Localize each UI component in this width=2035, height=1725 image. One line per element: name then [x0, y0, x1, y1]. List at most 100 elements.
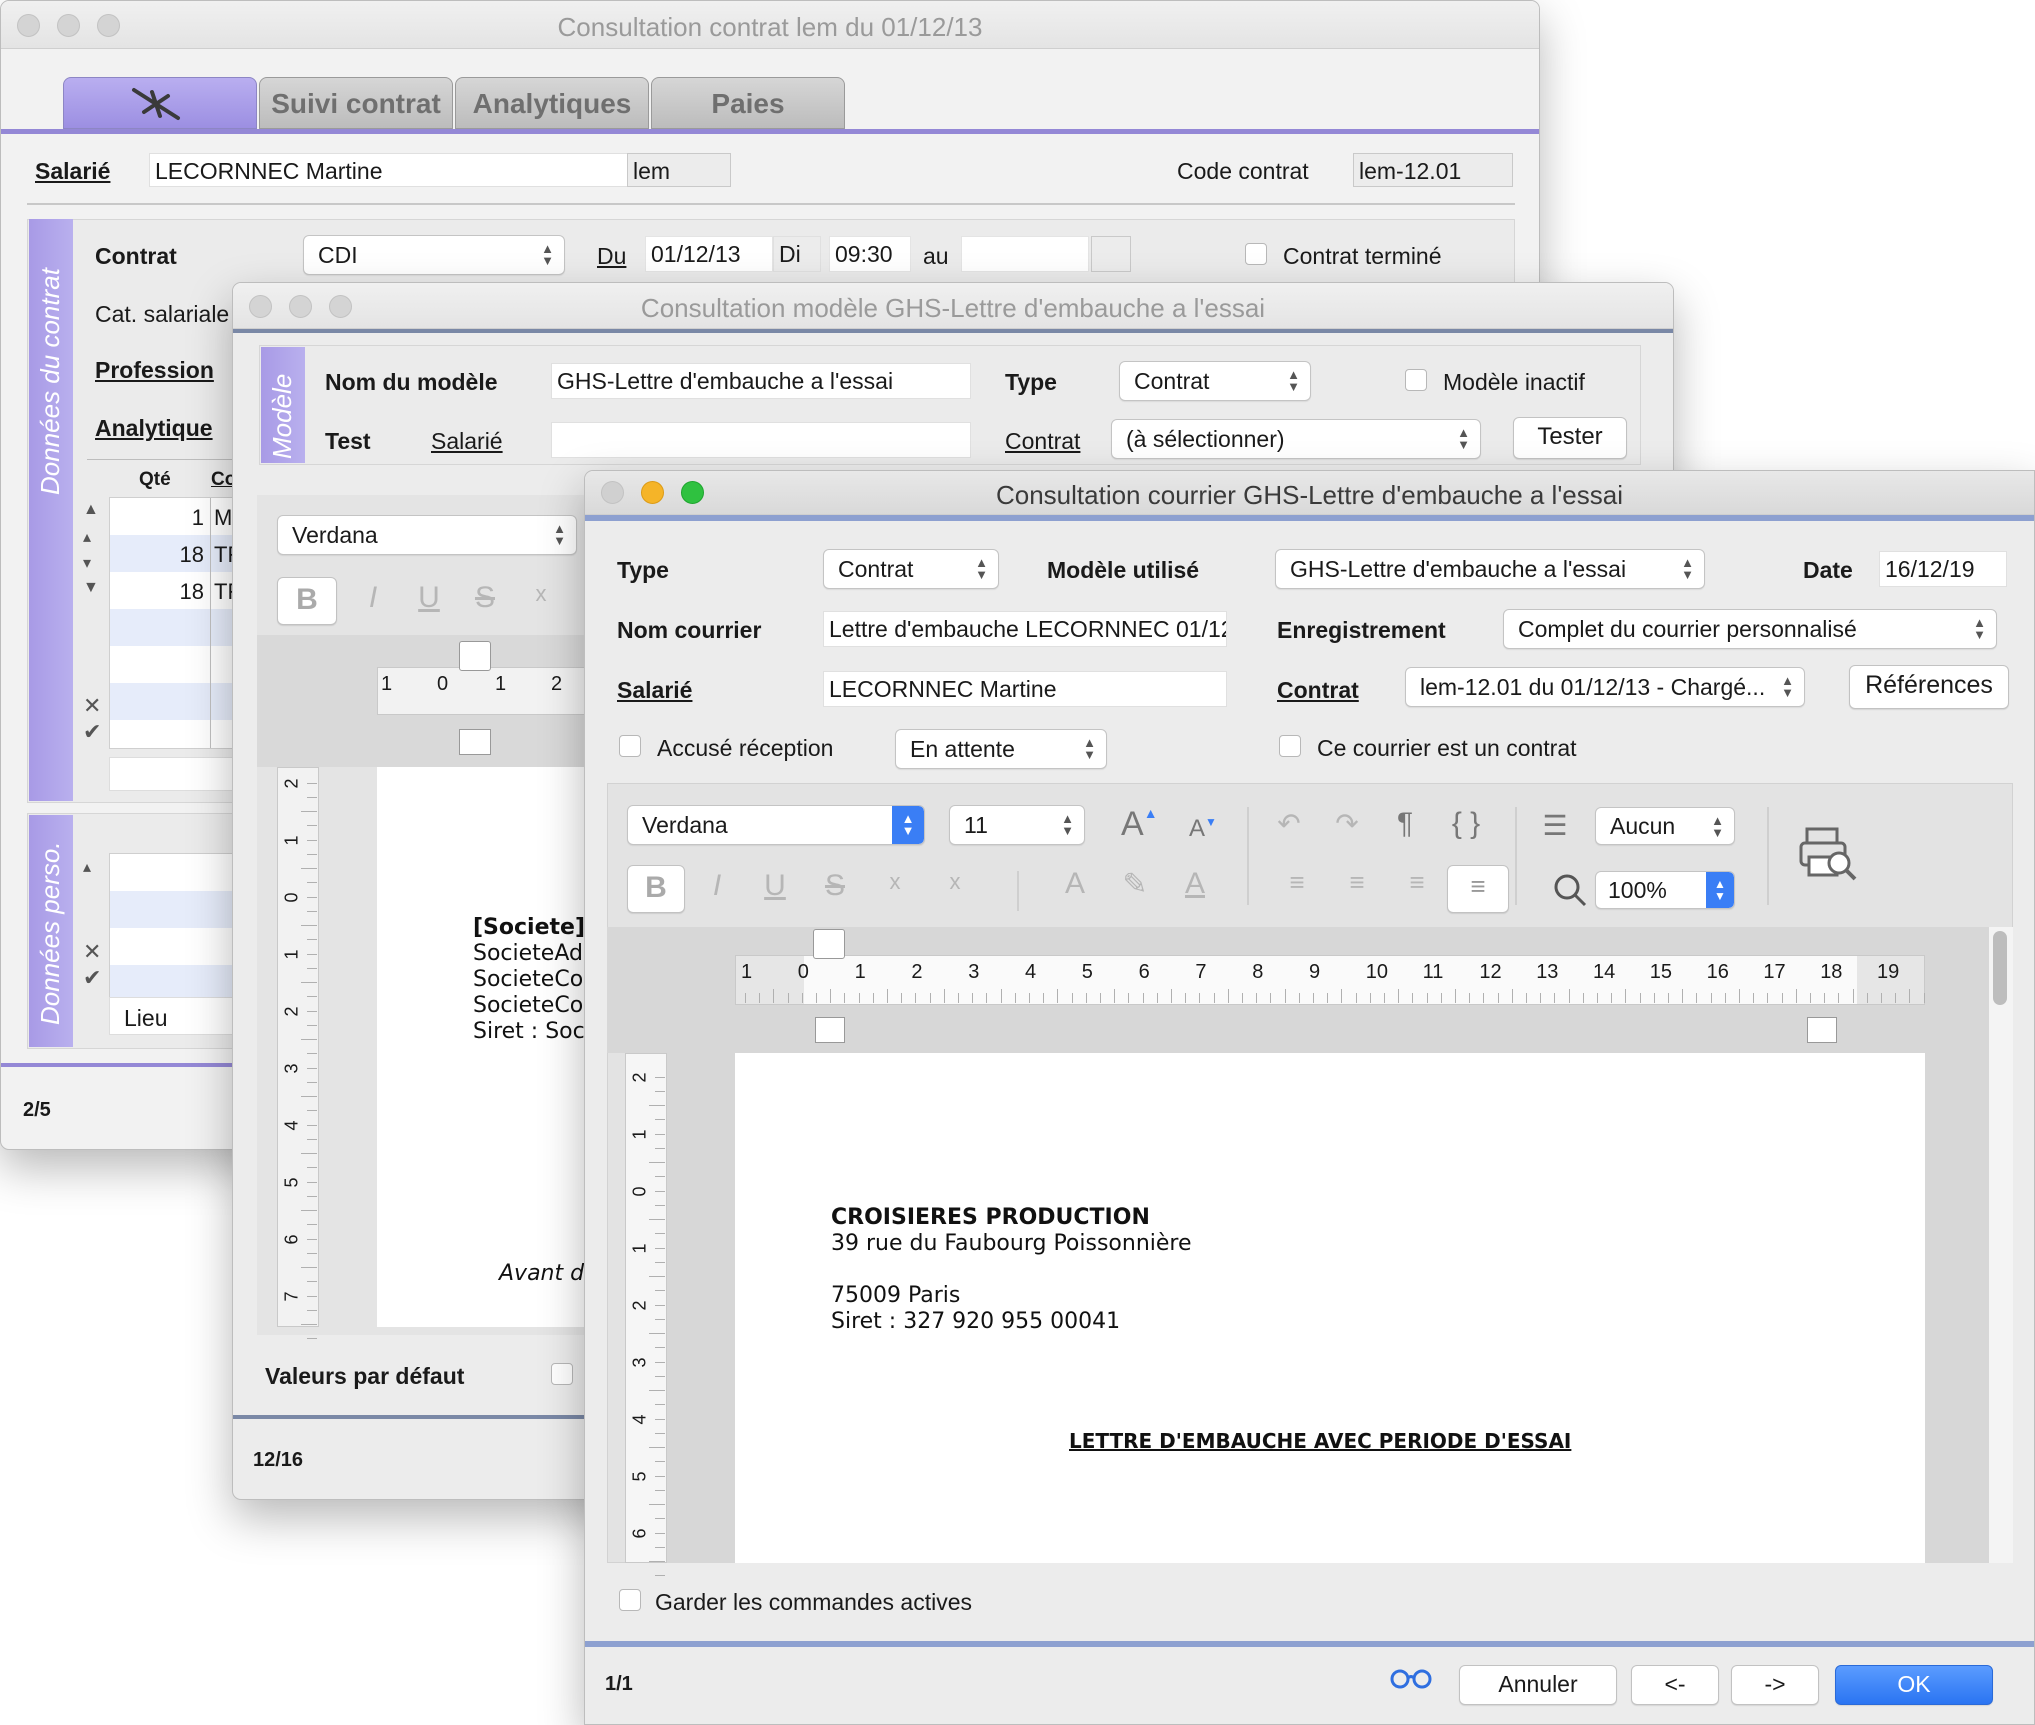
du-date-field[interactable]: 01/12/13: [645, 236, 773, 272]
table-row[interactable]: 18 TF: [110, 535, 238, 572]
align-left-icon[interactable]: ≡: [1277, 867, 1317, 898]
ok-button[interactable]: OK: [1835, 1665, 1993, 1705]
move-down-icon[interactable]: ▾: [83, 553, 91, 573]
salarie-link[interactable]: Salarié: [35, 158, 110, 185]
strikethrough-button[interactable]: S: [465, 581, 505, 615]
bold-button[interactable]: B: [277, 577, 337, 625]
contrat-link[interactable]: Contrat: [1005, 428, 1080, 455]
italic-button[interactable]: I: [353, 581, 393, 615]
italic-button[interactable]: I: [697, 869, 737, 903]
references-button[interactable]: Références: [1849, 665, 2009, 709]
indent-marker-icon[interactable]: [459, 641, 491, 671]
contrat-link[interactable]: Contrat: [1277, 677, 1359, 704]
salarie-field[interactable]: LECORNNEC Martine: [149, 153, 629, 187]
contrat-select[interactable]: CDI ▲ ▼: [303, 235, 565, 275]
subscript-button[interactable]: x: [935, 869, 975, 895]
nom-modele-field[interactable]: GHS-Lettre d'embauche a l'essai: [551, 363, 971, 399]
superscript-button[interactable]: x: [875, 869, 915, 895]
table-row[interactable]: 1 M: [110, 498, 238, 535]
profession-link[interactable]: Profession: [95, 357, 214, 384]
tab-suivi-contrat[interactable]: Suivi contrat: [259, 77, 453, 129]
list-icon[interactable]: ☰: [1535, 809, 1575, 842]
attente-select[interactable]: En attente ▲ ▼: [895, 729, 1107, 769]
previous-button[interactable]: <-: [1631, 1665, 1719, 1705]
tester-button[interactable]: Tester: [1513, 417, 1627, 459]
type-select[interactable]: Contrat ▲ ▼: [823, 549, 999, 589]
accuse-reception-checkbox[interactable]: [619, 735, 641, 757]
tab-main[interactable]: [63, 77, 257, 129]
tab-analytiques[interactable]: Analytiques: [455, 77, 649, 129]
size-select[interactable]: 11 ▲ ▼: [949, 805, 1085, 845]
test-salarie-field[interactable]: [551, 422, 971, 458]
letter-document-page[interactable]: [735, 1053, 1925, 1563]
contrat-termine-checkbox[interactable]: [1245, 243, 1267, 265]
strikethrough-button[interactable]: S: [815, 869, 855, 903]
est-contrat-checkbox[interactable]: [1279, 735, 1301, 757]
table-input-field[interactable]: [109, 757, 239, 791]
move-top-icon[interactable]: ▲: [83, 501, 99, 519]
ruler-tick: [1440, 993, 1442, 1003]
ruler-tick: [301, 1210, 317, 1211]
next-button[interactable]: ->: [1731, 1665, 1819, 1705]
date-field[interactable]: 16/12/19: [1879, 551, 2007, 587]
time-field[interactable]: 09:30: [829, 236, 911, 272]
left-margin-marker[interactable]: [815, 1017, 845, 1043]
margin-marker-icon[interactable]: [459, 729, 491, 755]
move-bottom-icon[interactable]: ▼: [83, 579, 99, 597]
glasses-icon[interactable]: [1389, 1667, 1433, 1691]
enregistrement-select[interactable]: Complet du courrier personnalisé ▲ ▼: [1503, 609, 1997, 649]
underline-button[interactable]: U: [409, 581, 449, 615]
tab-paies[interactable]: Paies: [651, 77, 845, 129]
align-right-icon[interactable]: ≡: [1397, 867, 1437, 898]
du-link[interactable]: Du: [597, 243, 626, 270]
move-up-icon[interactable]: ▴: [83, 527, 91, 547]
analytique-link[interactable]: Analytique: [95, 415, 213, 442]
first-line-indent-marker[interactable]: [813, 929, 845, 959]
text-color-icon[interactable]: A: [1175, 867, 1215, 901]
font-select[interactable]: Verdana ▲ ▼: [277, 515, 577, 555]
print-preview-icon[interactable]: [1799, 823, 1863, 883]
pilcrow-icon[interactable]: ¶: [1385, 807, 1425, 841]
delete-row-icon[interactable]: ✕: [83, 939, 101, 965]
delete-row-icon[interactable]: ✕: [83, 693, 101, 719]
ruler-tick: [301, 1267, 317, 1268]
justify-button[interactable]: ≡: [1447, 865, 1509, 913]
contrat-select[interactable]: lem-12.01 du 01/12/13 - Chargé... ▲ ▼: [1405, 667, 1805, 707]
salarie-link[interactable]: Salarié: [617, 677, 692, 704]
type-select[interactable]: Contrat ▲ ▼: [1119, 361, 1311, 401]
au-date-field[interactable]: [961, 236, 1089, 272]
right-margin-marker[interactable]: [1807, 1017, 1837, 1043]
garder-commandes-checkbox[interactable]: [619, 1589, 641, 1611]
annuler-button[interactable]: Annuler: [1459, 1665, 1617, 1705]
superscript-button[interactable]: x: [521, 581, 561, 607]
list-select[interactable]: Aucun ▲ ▼: [1595, 807, 1735, 845]
modele-select[interactable]: GHS-Lettre d'embauche a l'essai ▲ ▼: [1275, 549, 1705, 589]
test-contrat-select[interactable]: (à sélectionner) ▲ ▼: [1111, 419, 1481, 459]
footer-separator: [585, 1641, 2034, 1647]
align-center-icon[interactable]: ≡: [1337, 867, 1377, 898]
salarie-field[interactable]: LECORNNEC Martine: [823, 671, 1227, 707]
zoom-select[interactable]: 100% ▲ ▼: [1595, 871, 1735, 909]
validate-row-icon[interactable]: ✔: [83, 719, 101, 745]
text-outline-icon[interactable]: A: [1055, 867, 1095, 901]
valeurs-defaut-checkbox[interactable]: [551, 1363, 573, 1385]
redo-icon[interactable]: ↷: [1327, 807, 1367, 840]
scrollbar-thumb[interactable]: [1993, 931, 2007, 1005]
bold-button[interactable]: B: [627, 865, 685, 913]
salarie-link[interactable]: Salarié: [431, 428, 503, 455]
underline-button[interactable]: U: [755, 869, 795, 903]
highlighter-icon[interactable]: ✎: [1115, 867, 1155, 902]
ruler-tick: [655, 1148, 665, 1149]
lieu-field[interactable]: Lieu: [109, 997, 239, 1035]
nom-courrier-field[interactable]: Lettre d'embauche LECORNNEC 01/12/1: [823, 611, 1227, 647]
modele-inactif-checkbox[interactable]: [1405, 369, 1427, 391]
validate-row-icon[interactable]: ✔: [83, 965, 101, 991]
font-select[interactable]: Verdana ▲ ▼: [627, 805, 925, 845]
table-row[interactable]: 18 TF: [110, 572, 238, 609]
decrease-font-icon[interactable]: A▼: [1189, 815, 1217, 843]
braces-icon[interactable]: { }: [1441, 807, 1491, 841]
move-up-icon[interactable]: ▴: [83, 857, 91, 877]
increase-font-icon[interactable]: A▲: [1121, 805, 1158, 844]
ruler-num: 3: [968, 961, 980, 983]
undo-icon[interactable]: ↶: [1269, 807, 1309, 840]
